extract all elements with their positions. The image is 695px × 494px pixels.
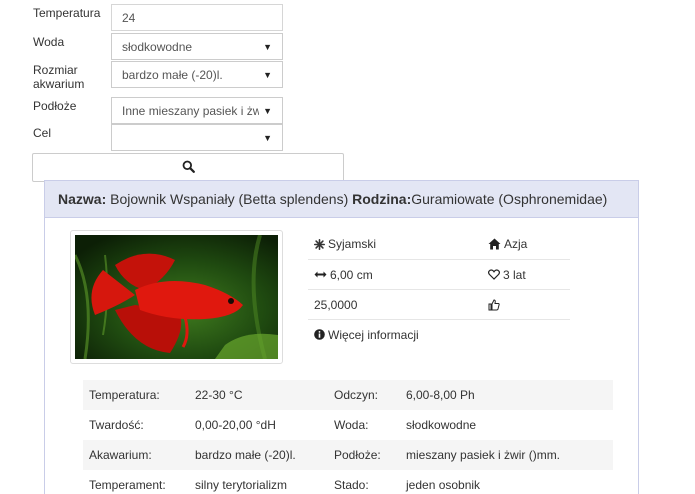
- more-info-link[interactable]: Więcej informacji: [308, 328, 488, 342]
- thumbs-up-icon[interactable]: [488, 298, 500, 311]
- fish-card-header: Nazwa: Bojownik Wspaniały (Betta splende…: [45, 181, 638, 218]
- more-info-label: Więcej informacji: [328, 327, 419, 342]
- family-label: Rodzina:: [352, 191, 412, 207]
- resize-horizontal-icon: [314, 270, 327, 279]
- fish-details-table: Temperatura: 22-30 °C Odczyn: 6,00-8,00 …: [83, 380, 613, 494]
- table-row: Akawarium: bardzo małe (-20)l. Podłoże: …: [83, 440, 613, 470]
- heart-icon: [488, 269, 500, 280]
- search-icon: [182, 160, 195, 176]
- fish-name: Bojownik Wspaniały (Betta splendens): [106, 191, 353, 207]
- detail-value: bardzo małe (-20)l.: [195, 448, 296, 462]
- fish-photo: [70, 230, 283, 364]
- detail-value: 6,00-8,00 Ph: [406, 388, 475, 402]
- length-value: 6,00 cm: [330, 267, 373, 282]
- detail-key: Temperament:: [89, 478, 166, 492]
- goal-select[interactable]: ▼: [111, 124, 283, 151]
- snowflake-icon: [314, 238, 325, 250]
- fish-summary: Syjamski Azja 6,00 cm 3 lat 25,0000 Więc…: [308, 229, 570, 349]
- substrate-label: Podłoże: [33, 99, 77, 113]
- name-label: Nazwa:: [58, 191, 107, 207]
- goal-label: Cel: [33, 126, 52, 140]
- substrate-select[interactable]: Inne mieszany pasiek i żwir ▼: [111, 97, 283, 124]
- temperature-label: Temperatura: [33, 6, 101, 20]
- detail-value: jeden osobnik: [406, 478, 481, 492]
- table-row: Temperament: silny terytorializm Stado: …: [83, 470, 613, 494]
- temperature-value: 24: [122, 10, 136, 25]
- water-label: Woda: [33, 35, 65, 49]
- table-row: Twardość: 0,00-20,00 °dH Woda: słodkowod…: [83, 410, 613, 440]
- info-circle-icon: [314, 329, 325, 340]
- detail-value: słodkowodne: [406, 418, 477, 432]
- chevron-down-icon: ▼: [263, 132, 272, 143]
- chevron-down-icon: ▼: [263, 41, 272, 52]
- detail-key: Podłoże:: [334, 448, 381, 462]
- aquarium-size-select[interactable]: bardzo małe (-20)l. ▼: [111, 61, 283, 88]
- water-select[interactable]: słodkowodne ▼: [111, 33, 283, 60]
- price-value: 25,0000: [314, 297, 358, 312]
- detail-value: silny terytorializm: [195, 478, 288, 492]
- aquarium-size-label-line1: Rozmiar: [33, 63, 78, 77]
- detail-value: 0,00-20,00 °dH: [195, 418, 276, 432]
- substrate-value: Inne mieszany pasiek i żwir: [122, 103, 260, 118]
- detail-key: Stado:: [334, 478, 369, 492]
- fish-family: Guramiowate (Osphronemidae): [411, 191, 608, 207]
- aquarium-size-label: Rozmiar akwarium: [33, 63, 84, 91]
- water-value: słodkowodne: [122, 39, 193, 54]
- detail-key: Twardość:: [89, 418, 144, 432]
- region-value: Azja: [504, 237, 528, 251]
- aquarium-size-label-line2: akwarium: [33, 77, 85, 91]
- temperature-input[interactable]: 24: [111, 4, 283, 31]
- detail-key: Akawarium:: [89, 448, 152, 462]
- chevron-down-icon: ▼: [263, 105, 272, 116]
- detail-value: 22-30 °C: [195, 388, 243, 402]
- detail-value: mieszany pasiek i żwir ()mm.: [406, 448, 561, 462]
- table-row: Temperatura: 22-30 °C Odczyn: 6,00-8,00 …: [83, 380, 613, 410]
- search-button[interactable]: [32, 153, 344, 182]
- fish-result-card: Nazwa: Bojownik Wspaniały (Betta splende…: [44, 180, 639, 494]
- home-icon: [488, 238, 501, 250]
- aquarium-size-value: bardzo małe (-20)l.: [122, 67, 223, 82]
- detail-key: Woda:: [334, 418, 369, 432]
- detail-key: Temperatura:: [89, 388, 160, 402]
- breed-value: Syjamski: [328, 237, 377, 251]
- detail-key: Odczyn:: [334, 388, 379, 402]
- chevron-down-icon: ▼: [263, 69, 272, 80]
- lifespan-value: 3 lat: [503, 267, 526, 282]
